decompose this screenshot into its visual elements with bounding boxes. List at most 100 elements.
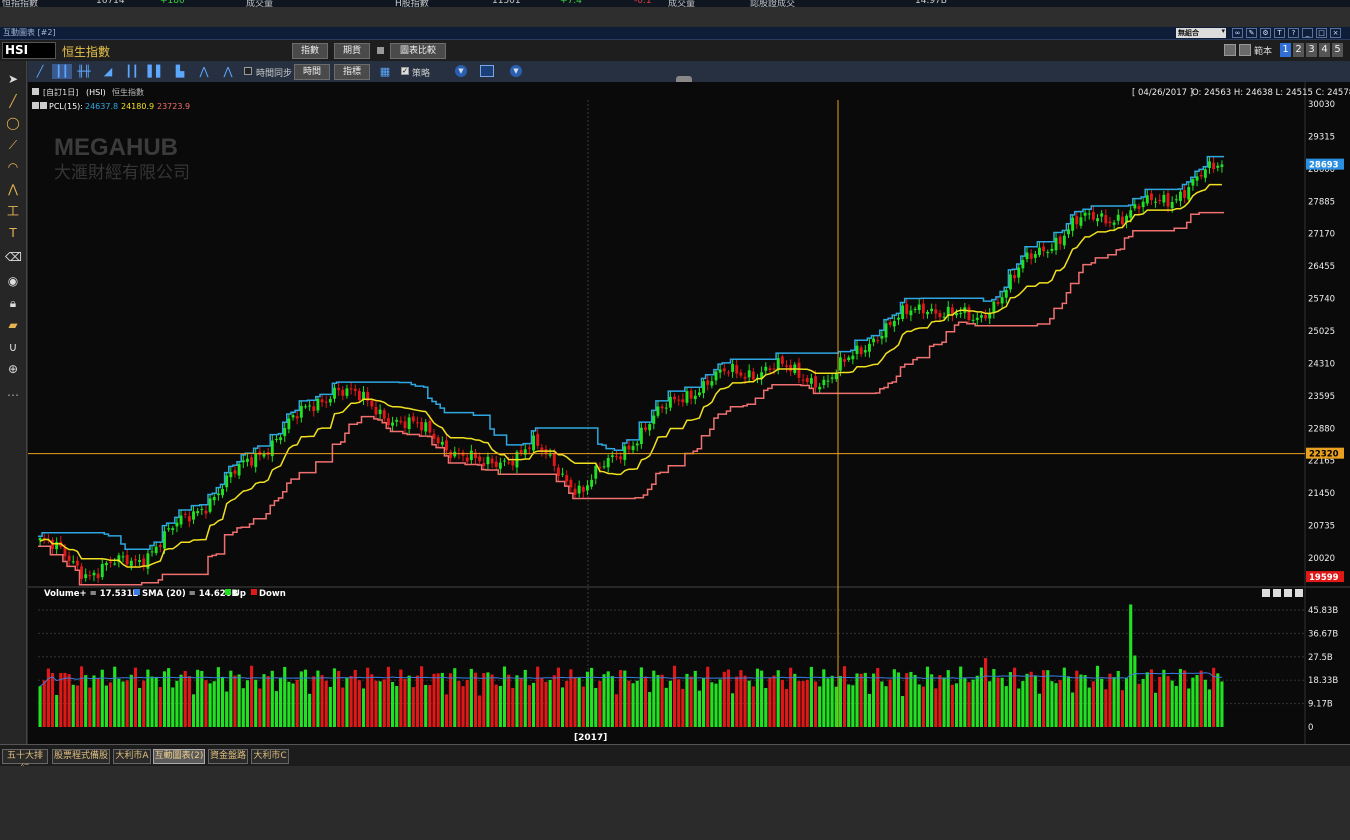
- volume-bar: [1091, 681, 1095, 727]
- arc-icon[interactable]: ◠: [5, 159, 21, 175]
- pane-toggle-icon[interactable]: [32, 88, 39, 95]
- period-button[interactable]: 時間: [294, 64, 330, 80]
- chart-toolbar: ╱ ┃┃ ╫╫ ◢ ┃┃ ▌▌ ▙ ⋀ ⋀ 時間同步 時間 指標 ▦ ✓ 策略 …: [28, 61, 1350, 82]
- candle-body: [909, 310, 913, 316]
- link-icon[interactable]: ∞: [1232, 28, 1243, 38]
- candle-body: [1212, 162, 1216, 170]
- candle-body: [154, 546, 158, 554]
- chart-canvas[interactable]: MEGAHUB 大滙財經有限公司 [自訂1日] (HSI) 恒生指數 [ 04/…: [28, 82, 1350, 744]
- crosshair-ohlc: O: 24563 H: 24638 L: 24515 C: 24578: [1192, 88, 1350, 98]
- layout-icon[interactable]: [1224, 44, 1236, 56]
- volume-bar: [154, 677, 158, 727]
- volume-bar: [1195, 675, 1199, 727]
- candle-body: [378, 409, 382, 415]
- tab-interactive-chart[interactable]: 互動圖表(2): [153, 749, 205, 764]
- tab-market-c[interactable]: 大利市C: [251, 749, 289, 764]
- volume-bar: [1216, 673, 1220, 727]
- candle-body: [548, 454, 552, 456]
- volume-bar: [623, 670, 627, 727]
- candle-body: [610, 455, 614, 458]
- volume-bar: [863, 672, 867, 727]
- histogram-icon[interactable]: ▙: [170, 64, 190, 79]
- candle-body: [1145, 195, 1149, 204]
- table-icon[interactable]: ▦: [375, 64, 395, 79]
- volume-bar: [789, 667, 793, 727]
- pin-icon[interactable]: ✎: [1246, 28, 1257, 38]
- pcl-toggle-icon[interactable]: [32, 102, 39, 109]
- pane-up-icon[interactable]: [1273, 589, 1281, 597]
- fibonacci-icon[interactable]: 工: [5, 203, 21, 219]
- window-title: 互動圖表 [#2]: [3, 28, 56, 37]
- tab-market-a[interactable]: 大利市A: [113, 749, 151, 764]
- pointer-icon[interactable]: ➤: [5, 71, 21, 87]
- chart-compare-button[interactable]: 圖表比較: [390, 43, 446, 59]
- hl-bar-icon[interactable]: ┃┃: [122, 64, 142, 79]
- sync-time-checkbox[interactable]: [244, 67, 252, 75]
- eye-icon[interactable]: ◉: [5, 273, 21, 289]
- zoom-icon[interactable]: ⊕: [5, 361, 21, 377]
- index-button[interactable]: 指數: [292, 43, 328, 59]
- fan-icon[interactable]: ⟋: [5, 137, 21, 153]
- wave-icon[interactable]: ⋀: [5, 181, 21, 197]
- volume-legend: Volume+ = 17.531B SMA (20) = 14.620B Up …: [44, 589, 1303, 599]
- symbol-code-input[interactable]: HSI: [2, 42, 56, 59]
- template-tab-5[interactable]: 5: [1332, 43, 1343, 57]
- maximize-icon[interactable]: □: [1316, 28, 1327, 38]
- area-chart-icon[interactable]: ◢: [98, 64, 118, 79]
- pane-edit-icon[interactable]: [1262, 589, 1270, 597]
- print-icon[interactable]: [1239, 44, 1251, 56]
- chart-area[interactable]: MEGAHUB 大滙財經有限公司 [自訂1日] (HSI) 恒生指數 [ 04/…: [28, 82, 1350, 744]
- tab-top-50[interactable]: 五十大排行: [2, 749, 48, 774]
- text-tool-icon[interactable]: T: [5, 225, 21, 241]
- candlestick-icon[interactable]: ╫╫: [74, 64, 94, 79]
- candle-body: [345, 388, 349, 396]
- candle-body: [847, 357, 851, 361]
- trendline-icon[interactable]: ╱: [5, 93, 21, 109]
- minimize-icon[interactable]: _: [1302, 28, 1313, 38]
- pane-down-icon[interactable]: [1284, 589, 1292, 597]
- eraser-icon[interactable]: ⌫: [5, 249, 22, 265]
- strategy-dropdown-icon[interactable]: ▼: [455, 65, 467, 77]
- volume-bar: [1116, 670, 1120, 727]
- template-tab-3[interactable]: 3: [1306, 43, 1317, 57]
- candle-body: [660, 406, 664, 409]
- volume-bar-icon[interactable]: ▌▌: [146, 64, 166, 79]
- volume-bar: [979, 667, 983, 727]
- close-icon[interactable]: ×: [1330, 28, 1341, 38]
- volume-bar: [220, 677, 225, 727]
- candle-body: [988, 313, 992, 319]
- ruler-icon[interactable]: ▰: [5, 317, 21, 333]
- template-tab-1[interactable]: 1: [1280, 43, 1291, 57]
- color-dropdown-icon[interactable]: ▼: [510, 65, 522, 77]
- template-tab-2[interactable]: 2: [1293, 43, 1304, 57]
- line-chart-icon[interactable]: ╱: [30, 64, 50, 79]
- volume-bar: [548, 679, 552, 727]
- magnet-icon[interactable]: ∪: [5, 339, 21, 355]
- template-tab-4[interactable]: 4: [1319, 43, 1330, 57]
- candle-body: [859, 347, 863, 355]
- ellipse-icon[interactable]: ◯: [5, 115, 21, 131]
- indicator-a-icon[interactable]: ⋀: [194, 64, 214, 79]
- tab-stock-screener[interactable]: 股票程式備股: [52, 749, 110, 764]
- help-icon[interactable]: ?: [1288, 28, 1299, 38]
- color-swatch[interactable]: [480, 65, 494, 77]
- candle-body: [996, 301, 1000, 304]
- lock-icon[interactable]: 🔒︎: [5, 295, 21, 311]
- text-icon[interactable]: T: [1274, 28, 1285, 38]
- volume-bar: [113, 666, 117, 727]
- tab-fund-flow[interactable]: 資金盤路: [208, 749, 248, 764]
- expand-icon[interactable]: ⋯: [5, 387, 21, 403]
- futures-button[interactable]: 期貨: [334, 43, 370, 59]
- strategy-checkbox[interactable]: ✓: [401, 67, 409, 75]
- volume-bar: [494, 684, 498, 727]
- portfolio-select[interactable]: 無組合 ▾: [1176, 27, 1226, 38]
- volume-bar: [921, 686, 925, 727]
- compare-checkbox[interactable]: [377, 47, 384, 54]
- settings-icon[interactable]: ⚙: [1260, 28, 1271, 38]
- ohlc-bar-icon[interactable]: ┃┃: [52, 64, 72, 79]
- indicator-b-icon[interactable]: ⋀: [218, 64, 238, 79]
- pane-close-icon[interactable]: [1295, 589, 1303, 597]
- pcl-close-icon[interactable]: [40, 102, 47, 109]
- volume-bar: [428, 685, 432, 727]
- indicator-button[interactable]: 指標: [334, 64, 370, 80]
